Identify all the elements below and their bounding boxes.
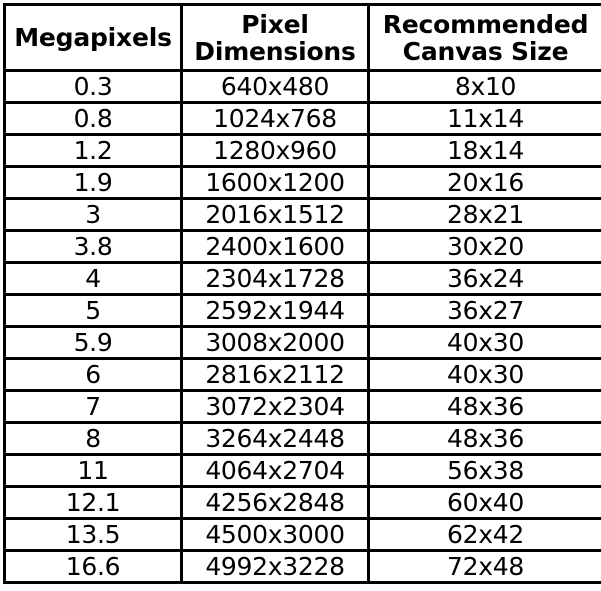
cell-pixel_dimensions: 4500x3000	[180, 517, 370, 552]
table-sheet: Megapixels Pixel Dimensions Recommended …	[0, 0, 601, 591]
cell-canvas_size: 60x40	[367, 485, 601, 520]
cell-megapixels: 0.3	[3, 69, 183, 104]
cell-megapixels: 1.2	[3, 133, 183, 168]
cell-megapixels: 4	[3, 261, 183, 296]
table-row: 8 3264x2448 48x36	[3, 421, 601, 456]
megapixel-reference-table: Megapixels Pixel Dimensions Recommended …	[3, 3, 601, 584]
table-row: 7 3072x2304 48x36	[3, 389, 601, 424]
cell-megapixels: 11	[3, 453, 183, 488]
cell-canvas_size: 62x42	[367, 517, 601, 552]
cell-canvas_size: 48x36	[367, 389, 601, 424]
column-header-canvas-size-line-2: Canvas Size	[402, 36, 569, 66]
cell-canvas_size: 56x38	[367, 453, 601, 488]
table-row: 13.5 4500x3000 62x42	[3, 517, 601, 552]
cell-megapixels: 1.9	[3, 165, 183, 200]
column-header-megapixels-line-1: Megapixels	[14, 23, 172, 52]
table-row: 1.2 1280x960 18x14	[3, 133, 601, 168]
table-header: Megapixels Pixel Dimensions Recommended …	[3, 3, 601, 72]
cell-canvas_size: 30x20	[367, 229, 601, 264]
cell-pixel_dimensions: 1024x768	[180, 101, 370, 136]
cell-pixel_dimensions: 3008x2000	[180, 325, 370, 360]
cell-megapixels: 7	[3, 389, 183, 424]
table-row: 6 2816x2112 40x30	[3, 357, 601, 392]
cell-megapixels: 6	[3, 357, 183, 392]
cell-canvas_size: 20x16	[367, 165, 601, 200]
cell-megapixels: 16.6	[3, 549, 183, 584]
table-row: 0.3 640x480 8x10	[3, 69, 601, 104]
cell-canvas_size: 8x10	[367, 69, 601, 104]
column-header-pixel-dimensions-line-1: Pixel	[241, 9, 309, 39]
cell-canvas_size: 40x30	[367, 357, 601, 392]
table-row: 1.9 1600x1200 20x16	[3, 165, 601, 200]
table-row: 3.8 2400x1600 30x20	[3, 229, 601, 264]
cell-pixel_dimensions: 3264x2448	[180, 421, 370, 456]
column-header-canvas-size-line-1: Recommended	[382, 9, 589, 39]
cell-canvas_size: 36x24	[367, 261, 601, 296]
column-header-pixel-dimensions-line-2: Dimensions	[194, 36, 356, 66]
cell-pixel_dimensions: 4256x2848	[180, 485, 370, 520]
table-row: 5 2592x1944 36x27	[3, 293, 601, 328]
cell-pixel_dimensions: 2016x1512	[180, 197, 370, 232]
cell-pixel_dimensions: 640x480	[180, 69, 370, 104]
table-row: 5.9 3008x2000 40x30	[3, 325, 601, 360]
cell-pixel_dimensions: 2592x1944	[180, 293, 370, 328]
cell-megapixels: 5.9	[3, 325, 183, 360]
column-header-canvas-size: Recommended Canvas Size	[367, 3, 601, 72]
cell-pixel_dimensions: 1280x960	[180, 133, 370, 168]
cell-megapixels: 3	[3, 197, 183, 232]
table-body: 0.3 640x480 8x10 0.8 1024x768 11x14 1.2 1280x96…	[3, 69, 601, 584]
column-header-pixel-dimensions: Pixel Dimensions	[180, 3, 370, 72]
cell-megapixels: 5	[3, 293, 183, 328]
cell-megapixels: 0.8	[3, 101, 183, 136]
cell-megapixels: 3.8	[3, 229, 183, 264]
table-row: 11 4064x2704 56x38	[3, 453, 601, 488]
cell-canvas_size: 40x30	[367, 325, 601, 360]
cell-pixel_dimensions: 4064x2704	[180, 453, 370, 488]
cell-pixel_dimensions: 1600x1200	[180, 165, 370, 200]
cell-canvas_size: 48x36	[367, 421, 601, 456]
table-row: 3 2016x1512 28x21	[3, 197, 601, 232]
cell-megapixels: 8	[3, 421, 183, 456]
column-header-megapixels: Megapixels	[3, 3, 183, 72]
cell-pixel_dimensions: 4992x3228	[180, 549, 370, 584]
cell-megapixels: 13.5	[3, 517, 183, 552]
cell-canvas_size: 72x48	[367, 549, 601, 584]
cell-megapixels: 12.1	[3, 485, 183, 520]
table-row: 16.6 4992x3228 72x48	[3, 549, 601, 584]
cell-pixel_dimensions: 2816x2112	[180, 357, 370, 392]
cell-pixel_dimensions: 2304x1728	[180, 261, 370, 296]
table-row: 12.1 4256x2848 60x40	[3, 485, 601, 520]
cell-canvas_size: 18x14	[367, 133, 601, 168]
table-row: 0.8 1024x768 11x14	[3, 101, 601, 136]
table-header-row: Megapixels Pixel Dimensions Recommended …	[3, 3, 601, 72]
cell-pixel_dimensions: 3072x2304	[180, 389, 370, 424]
cell-canvas_size: 28x21	[367, 197, 601, 232]
cell-canvas_size: 36x27	[367, 293, 601, 328]
table-row: 4 2304x1728 36x24	[3, 261, 601, 296]
cell-canvas_size: 11x14	[367, 101, 601, 136]
cell-pixel_dimensions: 2400x1600	[180, 229, 370, 264]
